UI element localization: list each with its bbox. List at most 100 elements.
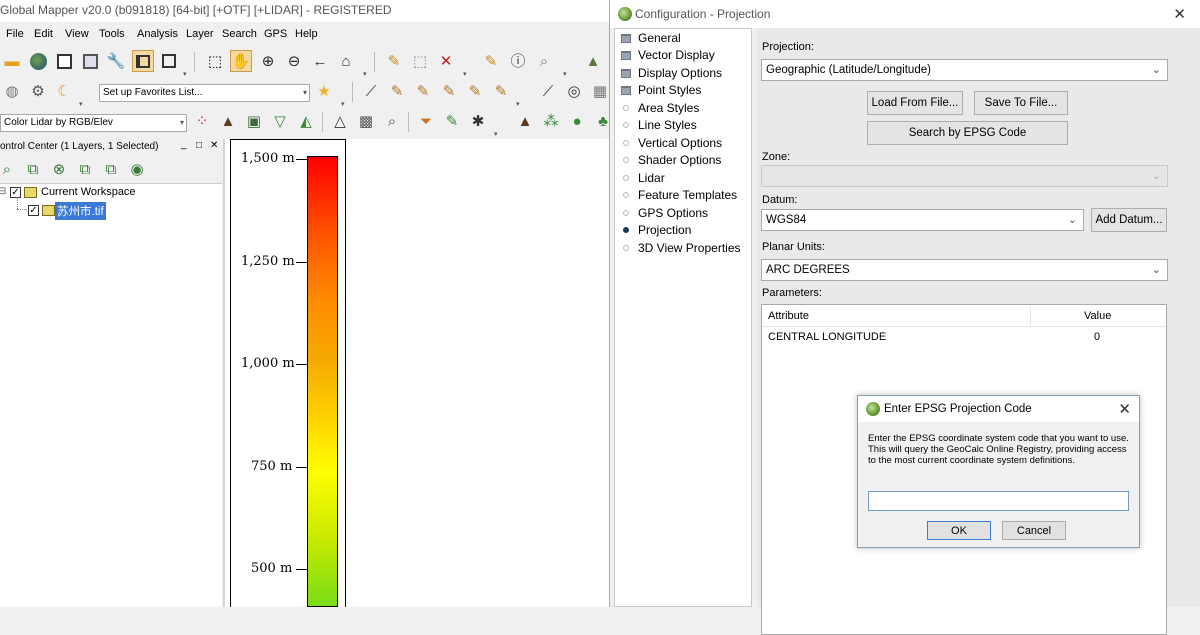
digitizer-select-icon[interactable]: ⬚	[204, 50, 226, 72]
layer-eye-icon[interactable]: ◉	[126, 158, 148, 180]
moon-icon[interactable]: ☾	[53, 80, 75, 102]
edit-check-icon[interactable]: ✎	[441, 110, 463, 132]
funnel-icon[interactable]: ⏷	[415, 110, 437, 132]
split-icon[interactable]: ✎	[490, 80, 512, 102]
mountain-icon[interactable]: ▲	[514, 110, 536, 132]
zoom-out-icon[interactable]: ⊖	[283, 50, 305, 72]
menu-edit[interactable]: Edit	[34, 28, 53, 40]
path-profile-icon[interactable]: ⌕	[533, 50, 555, 72]
menu-tools[interactable]: Tools	[99, 28, 125, 40]
close-button[interactable]: ✕	[210, 140, 218, 151]
bug-icon[interactable]: ✱	[467, 110, 489, 132]
layer-add-icon[interactable]: ⧉	[22, 158, 44, 180]
epsg-code-input[interactable]	[868, 491, 1129, 511]
nav-item-point-styles[interactable]: Point Styles	[621, 82, 701, 98]
datum-select[interactable]: WGS84 ⌄	[761, 209, 1084, 231]
add-datum-button[interactable]: Add Datum...	[1091, 208, 1167, 232]
nav-item-gps-options[interactable]: GPS Options	[621, 205, 708, 221]
warning-triangle-icon[interactable]: △	[329, 110, 351, 132]
draw-pencil-icon[interactable]: ✎	[386, 80, 408, 102]
open-folder-icon[interactable]: ▬	[1, 50, 23, 72]
layer-label[interactable]: 苏州市.tif	[55, 202, 106, 220]
menu-view[interactable]: View	[65, 28, 89, 40]
draw-line-icon[interactable]: ⟋	[360, 80, 382, 102]
layer-checkbox[interactable]: ✓	[28, 205, 39, 216]
close-icon[interactable]: ✕	[1118, 400, 1131, 418]
pan-hand-icon[interactable]: ✋	[230, 50, 252, 72]
gear-icon[interactable]: ⚙	[27, 80, 49, 102]
lidar-color-combo[interactable]: Color Lidar by RGB/Elev ▾	[0, 114, 187, 132]
chevron-down-icon[interactable]: ▾	[341, 100, 347, 108]
nav-item-area-styles[interactable]: Area Styles	[621, 100, 699, 116]
hatch-icon[interactable]: ▩	[355, 110, 377, 132]
save-to-file-button[interactable]: Save To File...	[974, 91, 1068, 115]
maximize-button[interactable]: □	[196, 140, 202, 151]
star-icon[interactable]: ★	[313, 80, 335, 102]
layer-remove-icon[interactable]: ⊗	[48, 158, 70, 180]
nav-item-vertical-options[interactable]: Vertical Options	[621, 135, 722, 151]
projection-select[interactable]: Geographic (Latitude/Longitude) ⌄	[761, 59, 1168, 81]
workspace-label[interactable]: Current Workspace	[41, 186, 136, 198]
globe-icon[interactable]	[27, 50, 49, 72]
collapse-icon[interactable]: ⊟	[0, 186, 6, 197]
lidar-grid-icon[interactable]: ◭	[295, 110, 317, 132]
lidar-building-icon[interactable]: ▣	[243, 110, 265, 132]
grid-globe-icon[interactable]: ◍	[1, 80, 23, 102]
column-separator[interactable]	[1030, 307, 1031, 325]
nav-item-feature-templates[interactable]: Feature Templates	[621, 187, 737, 203]
minimize-button[interactable]: _	[181, 139, 187, 150]
favorites-combo[interactable]: Set up Favorites List... ▾	[99, 84, 310, 102]
grass-icon[interactable]: ⁂	[540, 110, 562, 132]
shrub-icon[interactable]: ●	[566, 110, 588, 132]
target-icon[interactable]: ◎	[563, 80, 585, 102]
back-arrow-icon[interactable]: ←	[309, 50, 331, 72]
nav-item-lidar[interactable]: Lidar	[621, 170, 665, 186]
grid-tool-icon[interactable]: ▦	[589, 80, 611, 102]
layer-options-icon[interactable]: ⧉	[74, 158, 96, 180]
chevron-down-icon[interactable]: ▾	[463, 70, 469, 78]
save-icon[interactable]	[53, 50, 75, 72]
nav-item-projection[interactable]: Projection	[621, 222, 691, 238]
pencil-icon[interactable]: ✎	[383, 50, 405, 72]
menu-gps[interactable]: GPS	[264, 28, 287, 40]
line-tool-icon[interactable]: ⟋	[537, 80, 559, 102]
home-icon[interactable]: ⌂	[335, 50, 357, 72]
close-icon[interactable]: ✕	[1173, 5, 1186, 23]
nav-item-line-styles[interactable]: Line Styles	[621, 117, 697, 133]
search-by-epsg-button[interactable]: Search by EPSG Code	[867, 121, 1068, 145]
menu-file[interactable]: File	[6, 28, 24, 40]
nav-item-display-options[interactable]: Display Options	[621, 65, 722, 81]
lidar-filter-icon[interactable]: ▽	[269, 110, 291, 132]
nav-item-3d-view-properties[interactable]: 3D View Properties	[621, 240, 741, 256]
menu-layer[interactable]: Layer	[186, 28, 214, 40]
info-icon[interactable]: ⓘ	[507, 50, 529, 72]
workspace-checkbox[interactable]: ✓	[10, 187, 21, 198]
layer-metadata-icon[interactable]: ⧉	[100, 158, 122, 180]
zone-select[interactable]: ⌄	[761, 165, 1168, 187]
lidar-points-icon[interactable]: ⁘	[191, 110, 213, 132]
chevron-down-icon[interactable]: ▾	[363, 70, 369, 78]
load-from-file-button[interactable]: Load From File...	[867, 91, 963, 115]
layer-search-icon[interactable]: ⌕	[0, 158, 18, 180]
control-center-icon[interactable]	[132, 50, 154, 72]
nav-item-shader-options[interactable]: Shader Options	[621, 152, 721, 168]
cancel-button[interactable]: Cancel	[1002, 521, 1066, 540]
zoom-in-icon[interactable]: ⊕	[257, 50, 279, 72]
measure-icon[interactable]: ✎	[480, 50, 502, 72]
chevron-down-icon[interactable]: ▾	[563, 70, 569, 78]
terrain-icon[interactable]: ▲	[582, 50, 604, 72]
chevron-down-icon[interactable]: ▾	[183, 70, 189, 78]
lidar-terrain-icon[interactable]: ▲	[217, 110, 239, 132]
export-icon[interactable]	[79, 50, 101, 72]
nav-item-general[interactable]: General	[621, 30, 681, 46]
planar-units-select[interactable]: ARC DEGREES ⌄	[761, 259, 1168, 281]
menu-help[interactable]: Help	[295, 28, 318, 40]
column-header-value[interactable]: Value	[1084, 310, 1111, 322]
menu-search[interactable]: Search	[222, 28, 257, 40]
chevron-down-icon[interactable]: ▾	[516, 100, 522, 108]
edit-shape-icon[interactable]: ✎	[464, 80, 486, 102]
table-row[interactable]: CENTRAL LONGITUDE 0	[762, 327, 1166, 347]
nav-item-vector-display[interactable]: Vector Display	[621, 47, 715, 63]
chevron-down-icon[interactable]: ▾	[494, 130, 500, 138]
wrench-icon[interactable]: 🔧	[105, 50, 127, 72]
